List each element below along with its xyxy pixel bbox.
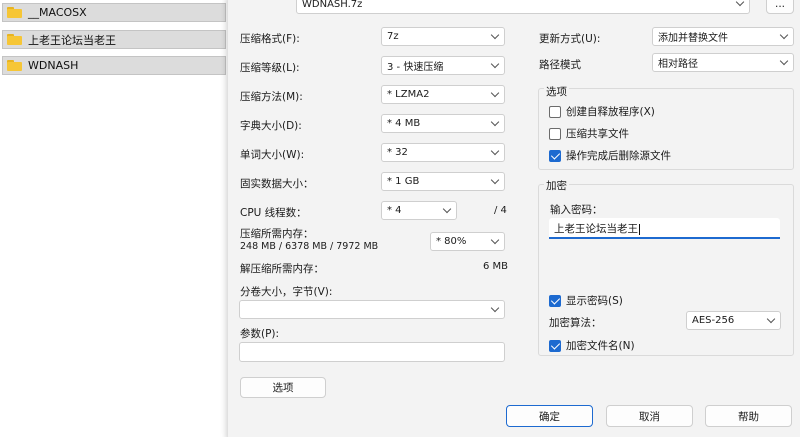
file-item-wdnash[interactable]: WDNASH — [2, 56, 226, 75]
mem-decomp-label: 解压缩所需内存： — [240, 263, 324, 275]
file-item-macosx[interactable]: __MACOSX — [2, 3, 226, 22]
encrypt-names-checkbox[interactable]: 加密文件名(N) — [549, 338, 635, 353]
file-name: 上老王论坛当老王 — [28, 33, 116, 47]
word-value: * 32 — [387, 147, 408, 158]
dict-label: 字典大小(D): — [240, 120, 302, 132]
update-label: 更新方式(U): — [539, 33, 601, 45]
split-combo[interactable] — [239, 300, 505, 319]
params-input[interactable] — [239, 342, 505, 362]
update-value: 添加并替换文件 — [658, 33, 728, 44]
method-value: * LZMA2 — [387, 89, 430, 100]
format-value: 7z — [387, 31, 399, 42]
path-label: 路径模式 — [539, 59, 581, 71]
show-password-label: 显示密码(S) — [566, 295, 623, 307]
chevron-down-icon — [777, 28, 793, 45]
checkmark-icon — [549, 294, 561, 307]
shared-label: 压缩共享文件 — [566, 128, 629, 140]
mem-comp-select[interactable]: * 80% — [430, 232, 505, 251]
shared-checkbox[interactable]: 压缩共享文件 — [549, 126, 629, 141]
chevron-down-icon — [488, 233, 504, 250]
encrypt-names-label: 加密文件名(N) — [566, 340, 635, 352]
format-label: 压缩格式(F): — [240, 33, 300, 45]
split-label: 分卷大小，字节(V): — [240, 286, 333, 298]
delete-checkbox[interactable]: 操作完成后删除源文件 — [549, 148, 671, 163]
password-label: 输入密码： — [550, 204, 603, 216]
sfx-label: 创建自释放程序(X) — [566, 106, 655, 118]
chevron-down-icon — [440, 202, 456, 219]
chevron-down-icon — [488, 115, 504, 132]
solid-value: * 1 GB — [387, 176, 420, 187]
threads-max: / 4 — [494, 205, 507, 216]
password-input[interactable]: 上老王论坛当老王 — [549, 218, 780, 239]
archive-name-combo[interactable]: WDNASH.7z — [296, 0, 750, 14]
checkbox-icon — [549, 105, 561, 118]
archive-name-value: WDNASH.7z — [302, 0, 363, 10]
chevron-down-icon — [777, 54, 793, 71]
cancel-button[interactable]: 取消 — [606, 405, 693, 427]
enc-method-select[interactable]: AES-256 — [686, 311, 781, 330]
delete-label: 操作完成后删除源文件 — [566, 150, 671, 162]
update-select[interactable]: 添加并替换文件 — [652, 27, 794, 46]
level-label: 压缩等级(L): — [240, 62, 300, 74]
format-select[interactable]: 7z — [381, 27, 505, 46]
folder-icon — [7, 7, 22, 18]
chevron-down-icon — [764, 312, 780, 329]
options-group-title: 选项 — [544, 84, 569, 99]
chevron-down-icon — [488, 173, 504, 190]
checkmark-icon — [549, 149, 561, 162]
mem-comp-label: 压缩所需内存： — [240, 228, 314, 240]
enc-method-value: AES-256 — [692, 315, 735, 326]
browse-button[interactable]: ... — [766, 0, 794, 14]
mem-decomp-value: 6 MB — [483, 261, 509, 272]
threads-label: CPU 线程数： — [240, 207, 307, 219]
text-cursor — [639, 223, 640, 235]
checkmark-icon — [549, 339, 561, 352]
method-select[interactable]: * LZMA2 — [381, 85, 505, 104]
password-value: 上老王论坛当老王 — [554, 223, 638, 235]
folder-icon — [7, 60, 22, 71]
chevron-down-icon — [488, 144, 504, 161]
level-select[interactable]: 3 - 快速压缩 — [381, 56, 505, 75]
mem-comp-detail: 248 MB / 6378 MB / 7972 MB — [240, 241, 379, 252]
enc-method-label: 加密算法： — [549, 317, 602, 329]
method-label: 压缩方法(M): — [240, 91, 303, 103]
options-button[interactable]: 选项 — [240, 377, 326, 398]
level-value: 3 - 快速压缩 — [387, 62, 444, 73]
chevron-down-icon — [488, 28, 504, 45]
file-name: WDNASH — [28, 59, 79, 72]
mem-comp-value: * 80% — [436, 236, 467, 247]
dict-value: * 4 MB — [387, 118, 421, 129]
chevron-down-icon[interactable] — [733, 0, 749, 13]
threads-value: * 4 — [387, 205, 402, 216]
file-list-pane: __MACOSX 上老王论坛当老王 WDNASH — [0, 0, 228, 437]
ok-button[interactable]: 确定 — [506, 405, 593, 427]
chevron-down-icon — [488, 301, 504, 318]
file-name: __MACOSX — [28, 6, 87, 19]
file-item-folder-2[interactable]: 上老王论坛当老王 — [2, 30, 226, 49]
sfx-checkbox[interactable]: 创建自释放程序(X) — [549, 104, 655, 119]
dict-select[interactable]: * 4 MB — [381, 114, 505, 133]
add-to-archive-dialog: WDNASH.7z ... 压缩格式(F): 7z 压缩等级(L): 3 - 快… — [228, 0, 800, 437]
folder-icon — [7, 34, 22, 45]
threads-select[interactable]: * 4 — [381, 201, 457, 220]
chevron-down-icon — [488, 86, 504, 103]
solid-select[interactable]: * 1 GB — [381, 172, 505, 191]
path-value: 相对路径 — [658, 59, 698, 70]
encryption-group-title: 加密 — [544, 178, 569, 193]
checkbox-icon — [549, 127, 561, 140]
solid-label: 固实数据大小： — [240, 178, 314, 190]
show-password-checkbox[interactable]: 显示密码(S) — [549, 293, 623, 308]
params-label: 参数(P): — [240, 328, 280, 340]
word-label: 单词大小(W): — [240, 149, 305, 161]
path-select[interactable]: 相对路径 — [652, 53, 794, 72]
help-button[interactable]: 帮助 — [705, 405, 792, 427]
word-select[interactable]: * 32 — [381, 143, 505, 162]
chevron-down-icon — [488, 57, 504, 74]
